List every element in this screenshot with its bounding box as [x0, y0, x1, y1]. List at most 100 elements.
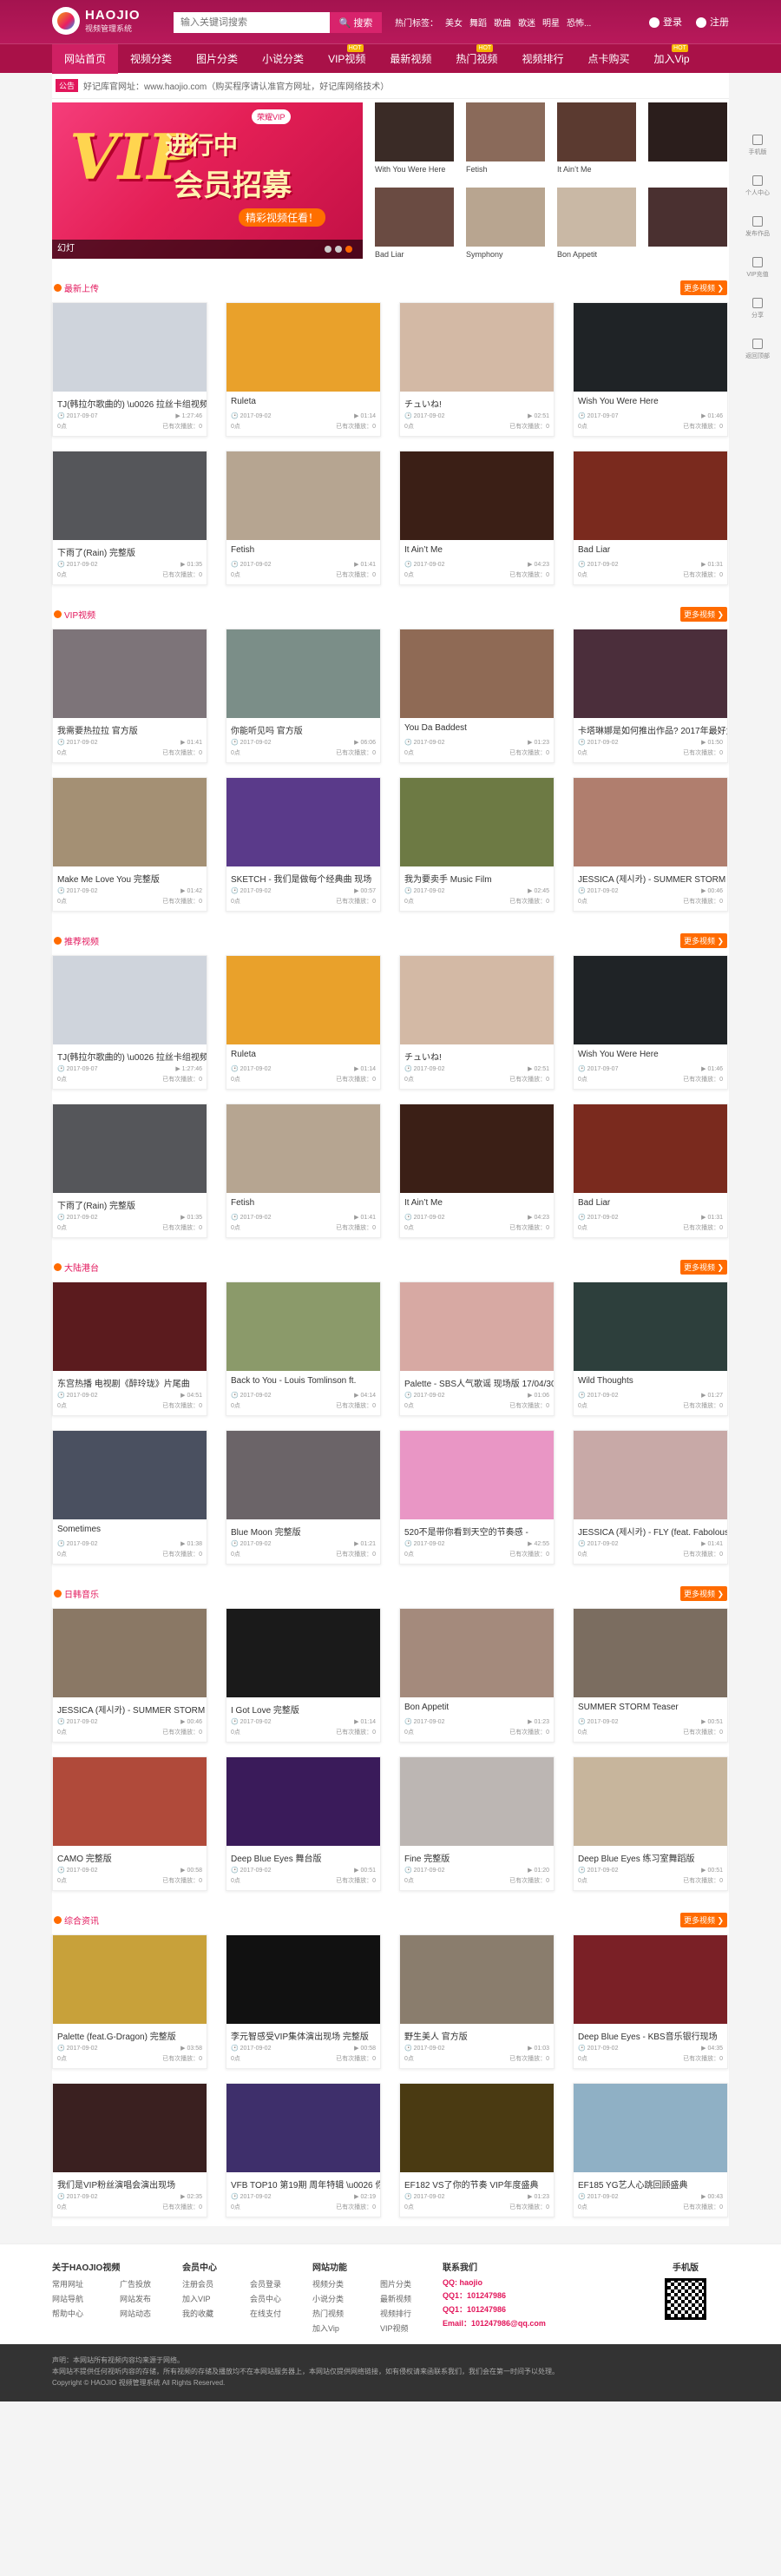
video-title[interactable]: Bad Liar: [574, 540, 727, 557]
hot-word[interactable]: 美女: [445, 19, 463, 29]
video-card[interactable]: Bad Liar 🕑 2017-09-02 ▶ 01:31 0点 已有次播放：0: [573, 1104, 728, 1238]
nav-item[interactable]: 热门视频 HOT: [443, 44, 509, 74]
video-title[interactable]: TJ(韩拉尔歌曲的) \u0026 拉丝卡组视频: [53, 1044, 207, 1062]
footer-link[interactable]: 帮助中心: [52, 2308, 115, 2319]
video-thumbnail[interactable]: [53, 1609, 207, 1697]
video-card[interactable]: 我们是VIP粉丝演唱会演出现场 🕑 2017-09-02 ▶ 02:35 0点 已有次播…: [52, 2083, 207, 2217]
video-card[interactable]: Palette - SBS人气歌谣 现场版 17/04/30 🕑 2017-09-…: [399, 1281, 555, 1416]
footer-link[interactable]: 会员登录: [250, 2278, 312, 2289]
video-title[interactable]: SUMMER STORM Teaser: [574, 1697, 727, 1715]
footer-link[interactable]: 小说分类: [312, 2293, 375, 2304]
footer-link[interactable]: 网站动态: [120, 2308, 182, 2319]
video-card[interactable]: I Got Love 完整版 🕑 2017-09-02 ▶ 01:14 0点 已有次播放…: [226, 1608, 381, 1743]
hot-word[interactable]: 歌曲: [494, 19, 511, 29]
video-title[interactable]: 你能听见吗 官方版: [226, 718, 380, 735]
video-card[interactable]: JESSICA (제시카) - SUMMER STORM 🕑 2017-09-02…: [573, 777, 728, 912]
video-card[interactable]: Bad Liar 🕑 2017-09-02 ▶ 01:31 0点 已有次播放：0: [573, 451, 728, 585]
video-title[interactable]: Deep Blue Eyes 练习室舞蹈版: [574, 1846, 727, 1863]
video-title[interactable]: チュいね!: [400, 392, 554, 409]
video-title[interactable]: Blue Moon 完整版: [226, 1519, 380, 1537]
video-title[interactable]: Fine 完整版: [400, 1846, 554, 1863]
nav-item[interactable]: 视频分类: [118, 44, 184, 74]
featured-thumbnail[interactable]: [466, 188, 545, 247]
video-thumbnail[interactable]: [400, 1282, 554, 1371]
video-card[interactable]: Fine 完整版 🕑 2017-09-02 ▶ 01:20 0点 已有次播放：0: [399, 1756, 555, 1891]
footer-link[interactable]: 网站导航: [52, 2293, 115, 2304]
sidebar-item[interactable]: 手机版: [749, 135, 767, 156]
video-title[interactable]: JESSICA (제시카) - FLY (feat. Fabolous): [574, 1519, 727, 1537]
video-card[interactable]: JESSICA (제시카) - SUMMER STORM 🕑 2017-09-02…: [52, 1608, 207, 1743]
featured-item[interactable]: [648, 188, 727, 260]
featured-title[interactable]: [648, 250, 727, 260]
video-card[interactable]: Palette (feat.G-Dragon) 完整版 🕑 2017-09-02 ▶…: [52, 1934, 207, 2069]
nav-item[interactable]: 小说分类: [250, 44, 316, 74]
video-card[interactable]: EF182 VS了你的节奏 VIP年度盛典 🕑 2017-09-02 ▶ 01:23…: [399, 2083, 555, 2217]
more-videos-button[interactable]: 更多视频 ❯: [679, 932, 727, 948]
featured-item[interactable]: With You Were Here: [375, 102, 454, 175]
featured-item[interactable]: Bad Liar: [375, 188, 454, 260]
hot-word[interactable]: 明星: [542, 19, 560, 29]
sidebar-item[interactable]: 返回顶部: [745, 339, 770, 360]
featured-title[interactable]: With You Were Here: [375, 165, 454, 175]
video-title[interactable]: Bad Liar: [574, 1193, 727, 1210]
featured-thumbnail[interactable]: [648, 188, 727, 247]
video-card[interactable]: Wish You Were Here 🕑 2017-09-07 ▶ 01:46 0点 已…: [573, 955, 728, 1090]
featured-thumbnail[interactable]: [557, 102, 636, 161]
video-thumbnail[interactable]: [574, 1282, 727, 1371]
footer-link[interactable]: 广告投放: [120, 2278, 182, 2289]
featured-thumbnail[interactable]: [557, 188, 636, 247]
featured-title[interactable]: Symphony: [466, 250, 545, 260]
video-card[interactable]: Deep Blue Eyes 舞台版 🕑 2017-09-02 ▶ 00:51 0点 已…: [226, 1756, 381, 1891]
nav-item[interactable]: 加入Vip HOT: [641, 44, 701, 74]
video-thumbnail[interactable]: [226, 2084, 380, 2172]
video-card[interactable]: 下雨了(Rain) 完整版 🕑 2017-09-02 ▶ 01:35 0点 已有次播放：…: [52, 451, 207, 585]
video-thumbnail[interactable]: [574, 778, 727, 866]
hot-word[interactable]: 恐怖...: [567, 19, 591, 29]
video-title[interactable]: CAMO 完整版: [53, 1846, 207, 1863]
more-videos-button[interactable]: 更多视频 ❯: [679, 1259, 727, 1275]
more-videos-button[interactable]: 更多视频 ❯: [679, 1585, 727, 1601]
video-thumbnail[interactable]: [53, 629, 207, 718]
video-card[interactable]: Wish You Were Here 🕑 2017-09-07 ▶ 01:46 0点 已…: [573, 302, 728, 437]
video-card[interactable]: 520不是带你看到天空的节奏感 - 🕑 2017-09-02 ▶ 42:55 0点 已有…: [399, 1430, 555, 1565]
video-thumbnail[interactable]: [574, 956, 727, 1044]
video-thumbnail[interactable]: [53, 778, 207, 866]
video-thumbnail[interactable]: [53, 1282, 207, 1371]
video-title[interactable]: TJ(韩拉尔歌曲的) \u0026 拉丝卡组视频: [53, 392, 207, 409]
register-link[interactable]: 注册: [696, 15, 729, 29]
banner-dot[interactable]: [335, 246, 342, 253]
nav-item[interactable]: 视频排行: [509, 44, 575, 74]
video-card[interactable]: VFB TOP10 第19期 周年特辑 \u0026 你 🕑 2017-09-02…: [226, 2083, 381, 2217]
video-card[interactable]: CAMO 完整版 🕑 2017-09-02 ▶ 00:58 0点 已有次播放：0: [52, 1756, 207, 1891]
video-card[interactable]: Fetish 🕑 2017-09-02 ▶ 01:41 0点 已有次播放：0: [226, 451, 381, 585]
featured-thumbnail[interactable]: [375, 102, 454, 161]
video-thumbnail[interactable]: [226, 629, 380, 718]
footer-link[interactable]: 最新视频: [380, 2293, 443, 2304]
video-card[interactable]: It Ain’t Me 🕑 2017-09-02 ▶ 04:23 0点 已有次播放：0: [399, 1104, 555, 1238]
video-card[interactable]: JESSICA (제시카) - FLY (feat. Fabolous) 🕑 20…: [573, 1430, 728, 1565]
sidebar-item[interactable]: 发布作品: [745, 216, 770, 238]
banner-dot-active[interactable]: [345, 246, 352, 253]
video-card[interactable]: 卡塔琳娜是如何推出作品? 2017年最好大赛 🕑 2017-09-02 ▶ 01:5…: [573, 629, 728, 763]
footer-link[interactable]: 加入Vip: [312, 2322, 375, 2334]
video-title[interactable]: Palette (feat.G-Dragon) 完整版: [53, 2024, 207, 2041]
video-title[interactable]: JESSICA (제시카) - SUMMER STORM: [574, 866, 727, 884]
hot-word[interactable]: 歌迷: [518, 19, 535, 29]
video-title[interactable]: Make Me Love You 完整版: [53, 866, 207, 884]
video-card[interactable]: SKETCH - 我们是做每个经典曲 现场 🕑 2017-09-02 ▶ 00:57…: [226, 777, 381, 912]
vip-banner[interactable]: 荣耀VIP VIP 进行中 会员招募 精彩视频任看！ 幻灯: [52, 102, 363, 259]
video-thumbnail[interactable]: [226, 1757, 380, 1846]
sidebar-item[interactable]: 个人中心: [745, 175, 770, 197]
more-videos-button[interactable]: 更多视频 ❯: [679, 606, 727, 622]
video-card[interactable]: チュいね! 🕑 2017-09-02 ▶ 02:51 0点 已有次播放：0: [399, 955, 555, 1090]
video-title[interactable]: 李元智感受VIP集体演出现场 完整版: [226, 2024, 380, 2041]
video-thumbnail[interactable]: [53, 1104, 207, 1193]
video-title[interactable]: JESSICA (제시카) - SUMMER STORM: [53, 1697, 207, 1715]
featured-item[interactable]: Bon Appetit: [557, 188, 636, 260]
search-input[interactable]: [174, 12, 330, 33]
video-thumbnail[interactable]: [226, 778, 380, 866]
video-thumbnail[interactable]: [400, 1609, 554, 1697]
video-title[interactable]: 下雨了(Rain) 完整版: [53, 1193, 207, 1210]
video-title[interactable]: チュいね!: [400, 1044, 554, 1062]
video-card[interactable]: Make Me Love You 完整版 🕑 2017-09-02 ▶ 01:42 0…: [52, 777, 207, 912]
